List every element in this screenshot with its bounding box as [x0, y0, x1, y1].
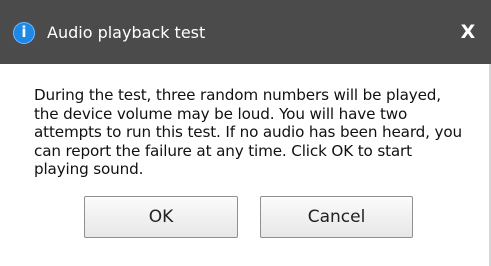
- info-icon: i: [13, 22, 35, 44]
- dialog-message: During the test, three random numbers wi…: [34, 86, 462, 178]
- cancel-button[interactable]: Cancel: [260, 196, 413, 238]
- close-button[interactable]: X: [452, 18, 484, 46]
- audio-playback-test-dialog: i Audio playback test X During the test,…: [0, 0, 491, 266]
- info-icon-glyph: i: [21, 23, 27, 41]
- dialog-title: Audio playback test: [47, 23, 206, 42]
- title-bar: i Audio playback test X: [0, 0, 491, 64]
- ok-button[interactable]: OK: [84, 196, 238, 238]
